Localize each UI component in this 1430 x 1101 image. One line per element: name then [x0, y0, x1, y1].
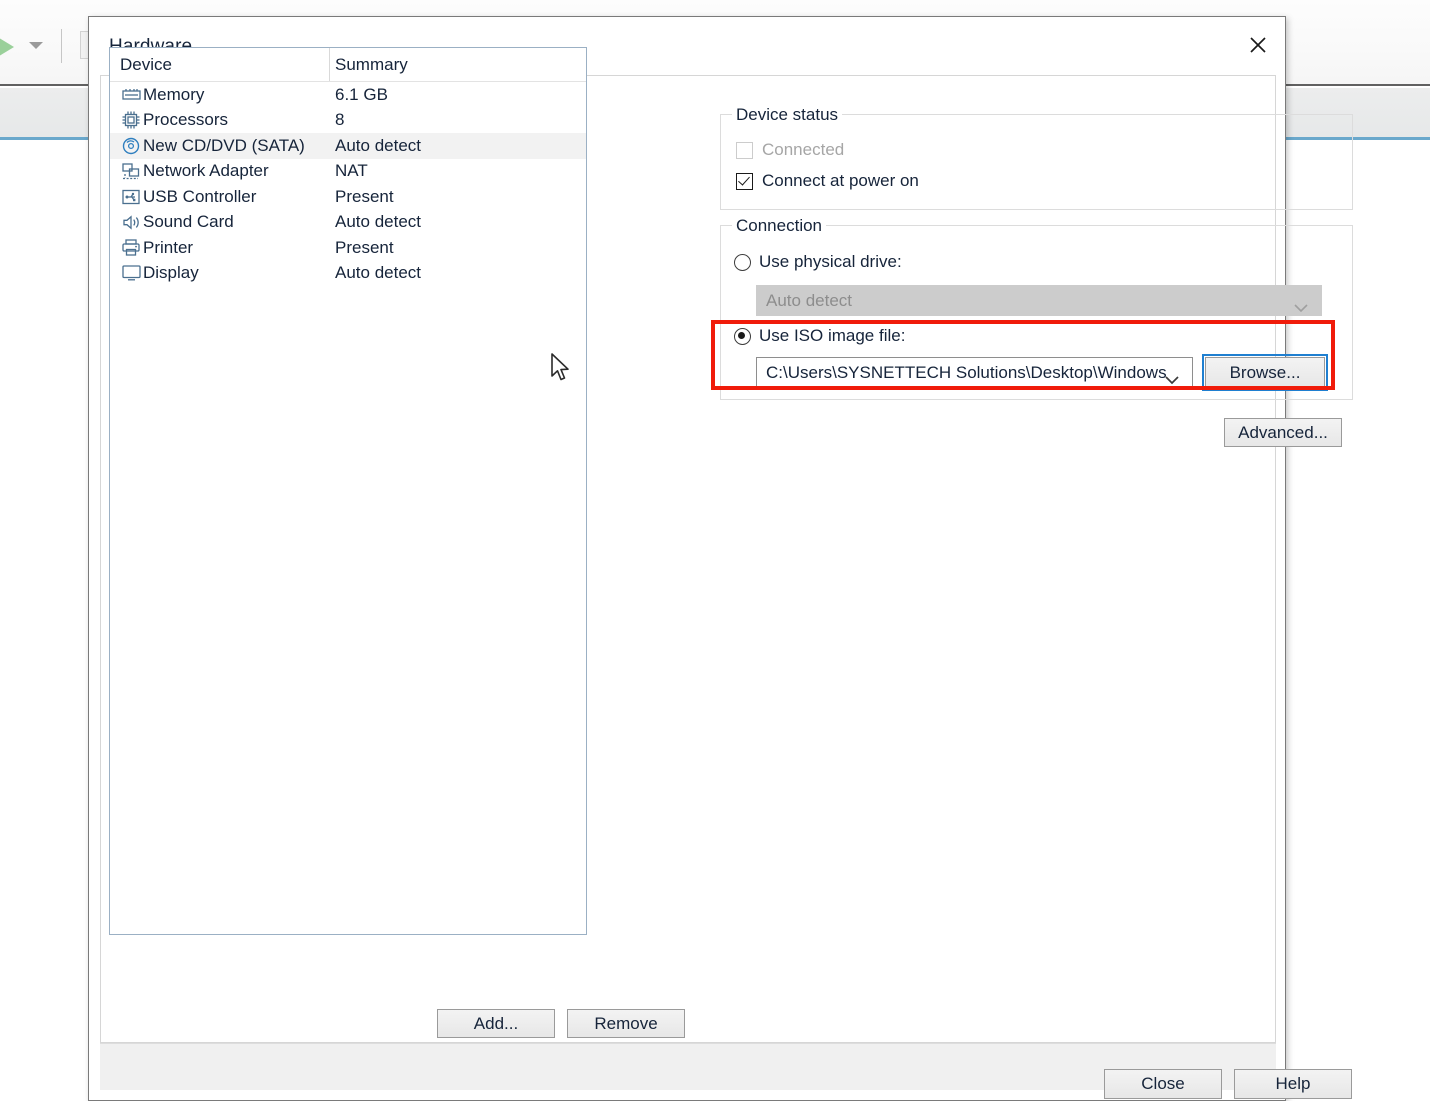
connected-checkbox-row: Connected — [736, 140, 844, 160]
network-icon — [121, 162, 141, 180]
iso-path-value[interactable]: C:\Users\SYSNETTECH Solutions\Desktop\Wi… — [757, 363, 1167, 383]
device-summary: Auto detect — [335, 135, 422, 155]
hardware-dialog: Hardware Device Summary Memory6.1 GBProc… — [88, 16, 1353, 1101]
device-summary: Auto detect — [335, 263, 422, 283]
device-summary: NAT — [335, 161, 368, 181]
advanced-button[interactable]: Advanced... — [1224, 418, 1342, 447]
use-physical-drive-radio[interactable] — [734, 253, 751, 271]
physical-drive-value: Auto detect — [766, 290, 853, 310]
device-list-item[interactable]: Processors 8 — [110, 108, 586, 134]
column-header-device: Device — [120, 55, 172, 74]
toolbar-separator — [61, 29, 62, 63]
memory-icon — [121, 86, 141, 104]
help-button[interactable]: Help — [1234, 1069, 1352, 1099]
display-icon — [121, 264, 141, 282]
device-list-item[interactable]: Printer Present — [110, 235, 586, 261]
connect-at-power-on-label: Connect at power on — [762, 171, 919, 190]
usb-icon — [121, 188, 141, 206]
browse-button[interactable]: Browse... — [1202, 354, 1328, 391]
use-iso-image-radio[interactable] — [734, 327, 751, 345]
dialog-footer — [100, 1043, 1276, 1090]
printer-icon — [121, 239, 141, 257]
connected-label: Connected — [762, 140, 845, 159]
connect-at-power-on-checkbox[interactable] — [736, 172, 753, 190]
device-summary: 6.1 GB — [335, 84, 388, 104]
iso-path-combo[interactable]: C:\Users\SYSNETTECH Solutions\Desktop\Wi… — [756, 357, 1193, 388]
device-list[interactable]: Device Summary Memory 6.1 GB Processors 8 Ne… — [109, 47, 587, 935]
connected-checkbox — [736, 141, 753, 159]
chevron-down-icon — [1294, 298, 1308, 318]
close-icon[interactable] — [1231, 17, 1285, 73]
device-list-header: Device Summary — [110, 48, 586, 82]
device-summary: Auto detect — [335, 212, 422, 232]
connection-legend: Connection — [732, 216, 827, 236]
device-list-body: Memory 6.1 GB Processors 8 New CD/DVD (SATA)… — [110, 82, 586, 286]
remove-button[interactable]: Remove — [567, 1009, 685, 1038]
play-icon[interactable] — [0, 36, 14, 58]
device-name: USB Controller — [143, 186, 257, 206]
close-button[interactable]: Close — [1104, 1069, 1222, 1099]
physical-drive-combo: Auto detect — [756, 285, 1322, 316]
add-button[interactable]: Add... — [437, 1009, 555, 1038]
use-iso-image-row[interactable]: Use ISO image file: — [734, 326, 905, 346]
device-summary: Present — [335, 237, 394, 257]
cpu-icon — [121, 111, 141, 129]
chevron-down-icon[interactable] — [1165, 370, 1179, 390]
device-name: Network Adapter — [143, 161, 269, 181]
device-summary: Present — [335, 186, 394, 206]
column-header-summary: Summary — [335, 55, 408, 74]
device-summary: 8 — [335, 110, 345, 130]
device-list-item[interactable]: Display Auto detect — [110, 261, 586, 287]
speaker-icon — [121, 213, 141, 231]
use-physical-drive-label: Use physical drive: — [759, 252, 902, 271]
device-name: New CD/DVD (SATA) — [143, 135, 305, 155]
device-list-item[interactable]: New CD/DVD (SATA) Auto detect — [110, 133, 586, 159]
device-name: Memory — [143, 84, 205, 104]
device-list-item[interactable]: Sound Card Auto detect — [110, 210, 586, 236]
device-list-item[interactable]: Network Adapter NAT — [110, 159, 586, 185]
device-name: Display — [143, 263, 199, 283]
device-name: Sound Card — [143, 212, 234, 232]
cd-dvd-icon — [121, 137, 141, 155]
device-name: Printer — [143, 237, 194, 257]
use-physical-drive-row[interactable]: Use physical drive: — [734, 252, 902, 272]
connect-at-power-on-row[interactable]: Connect at power on — [736, 171, 919, 191]
device-status-legend: Device status — [732, 105, 843, 125]
device-list-item[interactable]: USB Controller Present — [110, 184, 586, 210]
device-status-group: Device status Connected Connect at power… — [720, 105, 1353, 210]
device-list-item[interactable]: Memory 6.1 GB — [110, 82, 586, 108]
device-name: Processors — [143, 110, 229, 130]
column-divider — [329, 48, 330, 81]
use-iso-image-label: Use ISO image file: — [759, 326, 906, 345]
chevron-down-icon[interactable] — [29, 42, 43, 49]
